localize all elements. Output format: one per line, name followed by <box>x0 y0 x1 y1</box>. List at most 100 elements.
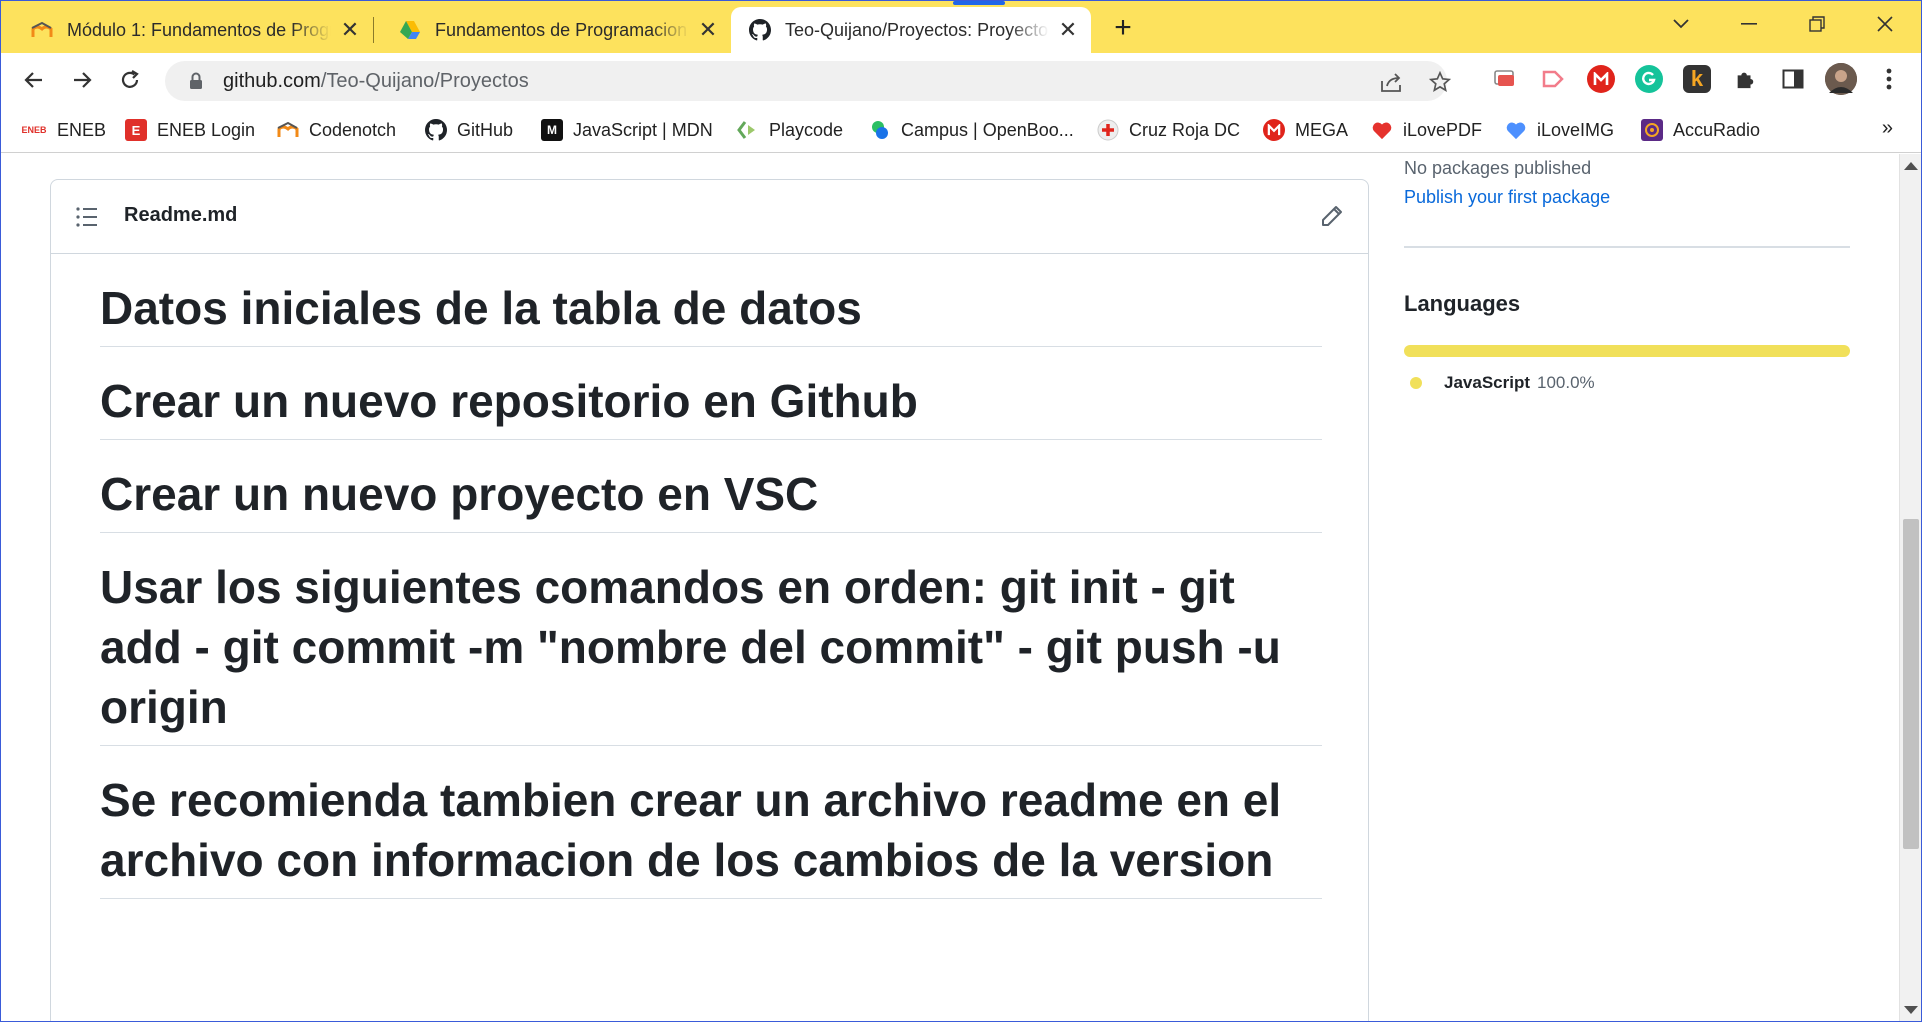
github-icon <box>425 119 447 141</box>
language-item-javascript[interactable]: JavaScript 100.0% <box>1410 373 1595 393</box>
readme-heading: Se recomienda tambien crear un archivo r… <box>100 770 1322 899</box>
language-percent: 100.0% <box>1537 373 1595 392</box>
bookmark-label: iLovePDF <box>1403 119 1483 140</box>
page-content: Readme.md Datos iniciales de la tabla de… <box>1 154 1901 1021</box>
bookmark-cruz-roja[interactable]: Cruz Roja DC <box>1097 117 1240 143</box>
screencastify-extension-icon[interactable] <box>1539 65 1567 93</box>
github-icon <box>749 19 771 41</box>
mega-extension-icon[interactable] <box>1587 65 1615 93</box>
scroll-down-arrow-icon[interactable] <box>1904 1006 1918 1014</box>
language-color-dot <box>1410 377 1422 389</box>
readme-filename[interactable]: Readme.md <box>124 204 237 227</box>
google-drive-icon <box>399 19 421 41</box>
list-toc-icon[interactable] <box>75 206 99 228</box>
close-icon[interactable]: ✕ <box>339 17 361 42</box>
bookmark-iloveimg[interactable]: iLoveIMG <box>1505 117 1614 143</box>
keepa-extension-icon[interactable]: k <box>1683 65 1711 93</box>
language-bar <box>1404 345 1850 357</box>
iloveimg-icon <box>1505 119 1527 141</box>
tab-separator <box>373 17 374 43</box>
close-icon[interactable]: ✕ <box>1057 17 1079 42</box>
cast-extension-icon[interactable] <box>1491 65 1519 93</box>
reload-button[interactable] <box>113 63 147 97</box>
codenotch-icon <box>277 119 299 141</box>
readme-markdown-body: Datos iniciales de la tabla de datos Cre… <box>100 278 1322 923</box>
bookmarks-overflow-button[interactable]: » <box>1882 117 1893 140</box>
url-path: /Teo-Quijano/Proyectos <box>320 69 529 92</box>
close-icon[interactable]: ✕ <box>697 17 719 42</box>
tab-title: Módulo 1: Fundamentos de Programacion <box>67 19 331 40</box>
cruz-roja-icon <box>1097 119 1119 141</box>
bookmark-label: Campus | OpenBoo... <box>901 119 1074 140</box>
forward-button[interactable] <box>65 63 99 97</box>
tab-github-proyectos[interactable]: Teo-Quijano/Proyectos: Proyecto de pract… <box>731 1 1091 53</box>
url-text: github.com/Teo-Quijano/Proyectos <box>223 70 529 93</box>
back-button[interactable] <box>17 63 51 97</box>
readme-header: Readme.md <box>51 180 1368 254</box>
language-name: JavaScript <box>1444 373 1530 392</box>
scrollbar-thumb[interactable] <box>1903 519 1919 849</box>
bookmark-label: Codenotch <box>309 119 397 140</box>
mega-icon <box>1263 119 1285 141</box>
tab-fundamentos[interactable]: Fundamentos de Programacion de Software … <box>375 7 731 53</box>
url-domain: github.com <box>223 69 321 92</box>
bookmark-label: AccuRadio <box>1673 119 1761 140</box>
languages-title: Languages <box>1404 291 1521 316</box>
bookmark-openbootcamp[interactable]: Campus | OpenBoo... <box>869 117 1074 143</box>
grammarly-extension-icon[interactable] <box>1635 65 1663 93</box>
bookmark-mdn[interactable]: M JavaScript | MDN <box>541 117 713 143</box>
restore-button[interactable] <box>1799 7 1835 41</box>
browser-window: Módulo 1: Fundamentos de Programacion ✕ … <box>0 0 1922 1022</box>
mdn-icon: M <box>541 119 563 141</box>
bookmark-label: ENEB Login <box>157 119 256 140</box>
tab-search-chevron-icon[interactable] <box>1663 7 1699 41</box>
bookmark-label: MEGA <box>1295 119 1349 140</box>
bookmark-label: GitHub <box>457 119 514 140</box>
bookmark-label: ENEB <box>57 119 107 140</box>
star-bookmark-icon[interactable] <box>1425 67 1455 97</box>
sidebar-divider <box>1404 246 1850 248</box>
bookmark-eneb-login[interactable]: E ENEB Login <box>125 117 255 143</box>
readme-heading: Crear un nuevo repositorio en Github <box>100 371 1322 440</box>
address-bar[interactable]: github.com/Teo-Quijano/Proyectos <box>165 61 1451 101</box>
moodle-icon <box>31 19 53 41</box>
readme-box: Readme.md Datos iniciales de la tabla de… <box>50 179 1369 1021</box>
page-scrollbar[interactable] <box>1899 154 1921 1021</box>
playcode-icon <box>737 119 759 141</box>
puzzle-extensions-icon[interactable] <box>1731 65 1759 93</box>
bookmark-codenotch[interactable]: Codenotch <box>277 117 396 143</box>
readme-heading: Datos iniciales de la tabla de datos <box>100 278 1322 347</box>
bookmark-label: Playcode <box>769 119 844 140</box>
share-icon[interactable] <box>1377 67 1407 97</box>
scroll-up-arrow-icon[interactable] <box>1904 162 1918 170</box>
ilovepdf-icon <box>1371 119 1393 141</box>
bookmark-playcode[interactable]: Playcode <box>737 117 843 143</box>
eneb-icon: ENEB <box>21 125 47 135</box>
browser-toolbar: github.com/Teo-Quijano/Proyectos k <box>1 53 1921 107</box>
bookmark-accuradio[interactable]: AccuRadio <box>1641 117 1760 143</box>
bookmark-github[interactable]: GitHub <box>425 117 513 143</box>
bookmark-mega[interactable]: MEGA <box>1263 117 1348 143</box>
readme-heading: Crear un nuevo proyecto en VSC <box>100 464 1322 533</box>
tab-modulo[interactable]: Módulo 1: Fundamentos de Programacion ✕ <box>1 7 373 53</box>
accuradio-icon <box>1641 119 1663 141</box>
tab-title: Teo-Quijano/Proyectos: Proyecto de pract… <box>785 19 1049 40</box>
publish-package-link[interactable]: Publish your first package <box>1404 187 1610 208</box>
bookmark-label: iLoveIMG <box>1537 119 1615 140</box>
tab-title: Fundamentos de Programacion de Software <box>435 19 689 40</box>
minimize-button[interactable] <box>1731 7 1767 41</box>
menu-kebab-icon[interactable] <box>1875 65 1903 93</box>
close-window-button[interactable] <box>1867 7 1903 41</box>
lock-icon[interactable] <box>185 70 207 92</box>
bookmark-label: JavaScript | MDN <box>573 119 713 140</box>
bookmark-ilovepdf[interactable]: iLovePDF <box>1371 117 1482 143</box>
side-panel-icon[interactable] <box>1779 65 1807 93</box>
bookmark-label: Cruz Roja DC <box>1129 119 1241 140</box>
avatar[interactable] <box>1825 63 1857 95</box>
tab-strip: Módulo 1: Fundamentos de Programacion ✕ … <box>1 1 1921 53</box>
bookmark-eneb[interactable]: ENEB ENEB <box>21 117 106 143</box>
new-tab-button[interactable]: + <box>1109 11 1137 45</box>
pencil-edit-icon[interactable] <box>1320 204 1346 230</box>
readme-heading: Usar los siguientes comandos en orden: g… <box>100 557 1322 746</box>
openbootcamp-icon <box>869 119 891 141</box>
